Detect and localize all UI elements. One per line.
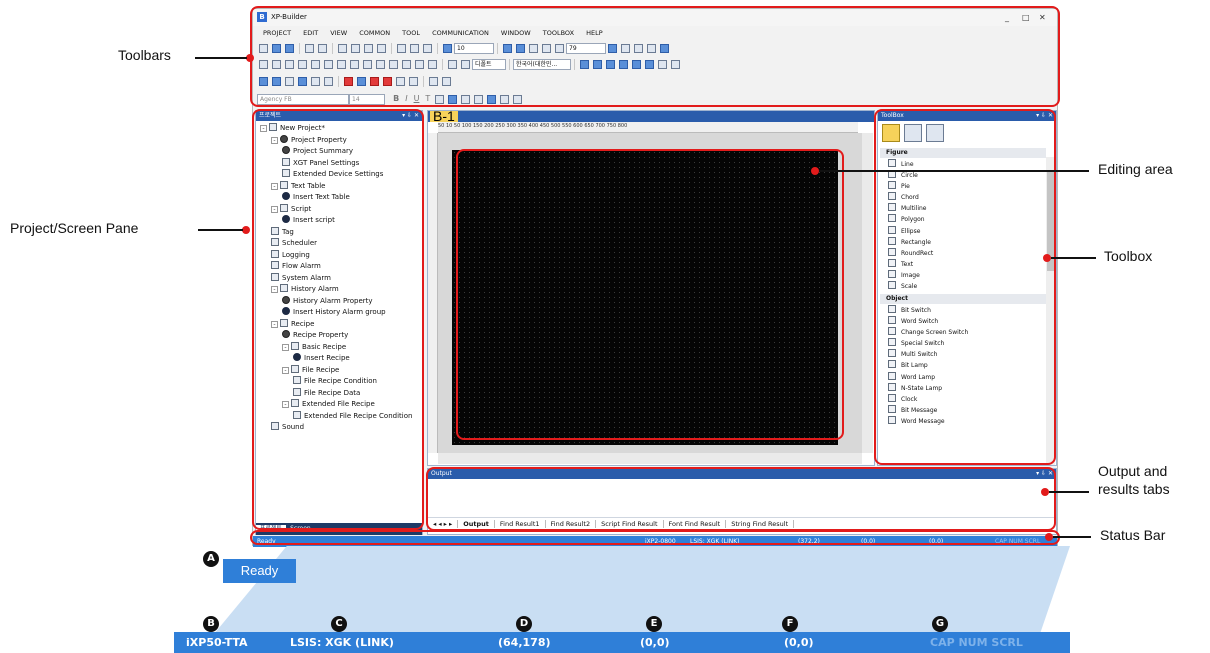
dot-project: [242, 226, 250, 234]
badge-a: A: [203, 551, 219, 567]
zoom-keys: CAP NUM SCRL: [930, 636, 1023, 649]
line-status: [1053, 536, 1091, 538]
zoom-plc: LSIS: XGK (LINK): [290, 636, 394, 649]
badge-d: D: [516, 616, 532, 632]
label-project-pane: Project/Screen Pane: [10, 220, 139, 236]
editor-horizontal-scrollbar[interactable]: [438, 453, 862, 464]
badge-g: G: [932, 616, 948, 632]
zoom-value1: (0,0): [640, 636, 670, 649]
dot-editing: [811, 167, 819, 175]
dot-toolbox: [1043, 254, 1051, 262]
dot-output: [1041, 488, 1049, 496]
editor-vertical-scrollbar[interactable]: [862, 133, 873, 453]
label-editing-area: Editing area: [1098, 161, 1173, 177]
callout-project-pane: [252, 109, 424, 530]
label-output-line2: results tabs: [1098, 481, 1170, 497]
label-toolbox: Toolbox: [1104, 248, 1153, 264]
editor-tab-bar: B-1: [428, 109, 874, 123]
callout-output: [426, 467, 1056, 531]
zoom-ready-box: Ready: [223, 559, 296, 583]
editor-tab-b1[interactable]: B-1: [430, 109, 458, 123]
line-editing: [819, 170, 1089, 172]
line-output: [1049, 491, 1089, 493]
callout-editing-area: [456, 149, 844, 440]
badge-b: B: [203, 616, 219, 632]
label-status-bar: Status Bar: [1100, 527, 1166, 543]
horizontal-ruler: 50 10 50 100 150 200 250 300 350 400 450…: [438, 122, 858, 133]
zoom-status-bar: iXP50-TTA LSIS: XGK (LINK) (64,178) (0,0…: [174, 632, 1070, 653]
zoom-model: iXP50-TTA: [186, 636, 248, 649]
callout-toolbars: [250, 6, 1060, 107]
zoom-value2: (0,0): [784, 636, 814, 649]
line-toolbars: [195, 57, 247, 59]
dot-status: [1045, 533, 1053, 541]
line-project: [198, 229, 243, 231]
label-output-line1: Output and: [1098, 463, 1168, 479]
badge-c: C: [331, 616, 347, 632]
callout-status-bar: [250, 530, 1060, 545]
dot-toolbars: [246, 54, 254, 62]
label-toolbars: Toolbars: [118, 47, 171, 63]
badge-f: F: [782, 616, 798, 632]
vertical-ruler: [428, 133, 438, 453]
badge-e: E: [646, 616, 662, 632]
callout-toolbox: [874, 109, 1056, 465]
zoom-coord: (64,178): [498, 636, 551, 649]
line-toolbox: [1051, 257, 1096, 259]
